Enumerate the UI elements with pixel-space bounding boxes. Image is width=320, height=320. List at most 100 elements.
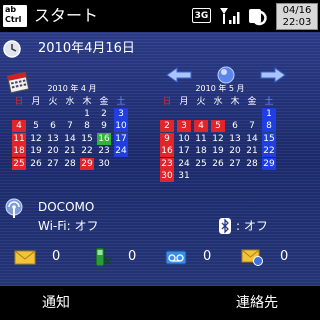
calendar-day[interactable]: 1 (262, 108, 276, 120)
calendar-day[interactable]: 17 (177, 145, 191, 157)
weekday-label: 金 (247, 97, 257, 107)
network-3g-icon[interactable]: 3G (192, 8, 211, 23)
calendar-day[interactable]: 21 (63, 145, 77, 157)
calendar-day[interactable]: 21 (245, 145, 259, 157)
weekday-label: 水 (213, 97, 223, 107)
calendar-day[interactable]: 29 (80, 157, 94, 170)
sync-icon[interactable] (247, 6, 269, 26)
calendar-day[interactable]: 9 (160, 132, 174, 145)
calendar-day[interactable]: 30 (97, 158, 111, 170)
calendar-day[interactable]: 7 (63, 120, 77, 132)
calendar-day[interactable]: 14 (63, 133, 77, 145)
bluetooth-status[interactable]: : オフ (236, 219, 268, 233)
calendar-day[interactable]: 25 (194, 158, 208, 170)
app-title: スタート (34, 6, 99, 25)
today-date: 2010年4月16日 (38, 41, 135, 56)
calendar-day[interactable]: 12 (29, 133, 43, 145)
calendar-day[interactable]: 23 (97, 145, 111, 157)
calendar-day[interactable]: 18 (12, 145, 26, 158)
calendar-day[interactable]: 26 (29, 158, 43, 170)
calendar-day[interactable]: 3 (177, 120, 191, 133)
start-menu-icon[interactable]: ab Ctrl (3, 5, 27, 27)
weekday-label: 木 (230, 97, 240, 107)
next-month-arrow-icon[interactable] (259, 67, 287, 83)
weekday-label: 日 (14, 97, 24, 107)
calendar-day[interactable]: 25 (12, 157, 26, 170)
signal-strength-icon[interactable] (219, 6, 243, 26)
calendar-day[interactable]: 5 (29, 120, 43, 132)
calendar-day[interactable]: 27 (228, 158, 242, 170)
calendar-day[interactable]: 17 (114, 132, 128, 145)
calendar-day[interactable]: 5 (211, 120, 225, 133)
calendar-day[interactable]: 16 (160, 145, 174, 158)
calendar-day[interactable]: 6 (228, 120, 242, 132)
calendar-day[interactable]: 1 (80, 108, 94, 120)
calendar-day[interactable]: 18 (194, 145, 208, 157)
calendar-day[interactable]: 8 (262, 120, 276, 133)
calendar-day[interactable]: 12 (211, 133, 225, 145)
calendar-day[interactable]: 20 (228, 145, 242, 157)
calendar-day[interactable]: 11 (194, 133, 208, 145)
calendar-day[interactable]: 4 (12, 120, 26, 133)
previous-month-arrow-icon[interactable] (165, 67, 193, 83)
date-row[interactable]: 2010年4月16日 (0, 36, 320, 62)
calendar-day[interactable]: 10 (177, 133, 191, 145)
email-icon (241, 249, 263, 266)
today-screen: ab Ctrl スタート 3G 04/16 22:03 2010年4月16日 2… (0, 0, 320, 320)
weekday-label: 水 (65, 97, 75, 107)
clock-time: 22:03 (282, 17, 312, 28)
calendar-day[interactable]: 10 (114, 120, 128, 133)
calendar-day[interactable]: 11 (12, 132, 26, 145)
calendar-day[interactable]: 6 (46, 120, 60, 132)
calendar-day[interactable]: 7 (245, 120, 259, 132)
calendar-day[interactable]: 28 (63, 158, 77, 170)
calendar-day[interactable]: 24 (177, 158, 191, 170)
calendar-day[interactable]: 31 (177, 170, 191, 182)
mail-icon (14, 250, 36, 265)
calendar-day[interactable]: 19 (211, 145, 225, 157)
calendar-day[interactable]: 29 (262, 157, 276, 170)
calendar-day[interactable]: 2 (97, 108, 111, 120)
calendar-day[interactable]: 20 (46, 145, 60, 157)
calendar-day[interactable]: 3 (114, 108, 128, 120)
clock[interactable]: 04/16 22:03 (276, 3, 318, 30)
weekday-label: 土 (116, 97, 126, 107)
calendar-day[interactable]: 13 (228, 133, 242, 145)
weekday-label: 月 (179, 97, 189, 107)
carrier-name[interactable]: DOCOMO (38, 200, 94, 214)
soft-key-bar: 通知 連絡先 (0, 286, 320, 320)
calendar-day[interactable]: 28 (245, 158, 259, 170)
clock-date: 04/16 (282, 5, 312, 16)
clock-icon (3, 40, 21, 58)
notification-count: 0 (203, 249, 212, 264)
calendar-day[interactable]: 9 (97, 120, 111, 132)
notification-count: 0 (128, 249, 137, 264)
calendar-day[interactable]: 15 (262, 132, 276, 145)
calendar-day[interactable]: 4 (194, 120, 208, 133)
calendar-day[interactable]: 27 (46, 158, 60, 170)
calendar-day[interactable]: 22 (80, 145, 94, 157)
calendar-day[interactable]: 26 (211, 158, 225, 170)
calendar-day[interactable]: 19 (29, 145, 43, 157)
calendar-day[interactable]: 16 (97, 132, 111, 145)
carrier-antenna-icon (5, 198, 23, 218)
wifi-status[interactable]: Wi-Fi: オフ (38, 219, 99, 233)
contacts-softkey[interactable]: 連絡先 (236, 294, 278, 312)
calendar-day[interactable]: 2 (160, 120, 174, 133)
weekday-header: 日月火水木金土 (160, 96, 280, 108)
calendar-day[interactable]: 23 (160, 157, 174, 170)
calendar-day[interactable]: 15 (80, 133, 94, 145)
notifications-softkey[interactable]: 通知 (42, 294, 70, 312)
status-bar: ab Ctrl スタート 3G 04/16 22:03 (0, 0, 320, 32)
calendar-day[interactable]: 13 (46, 133, 60, 145)
calendar-day[interactable]: 30 (160, 170, 174, 182)
calendar-day[interactable]: 22 (262, 145, 276, 158)
today-panel: 2010年4月16日 2010 年 4 月 日月火水木金土 1 2 3 4 5 … (0, 32, 320, 286)
current-month-button-icon[interactable] (217, 66, 235, 84)
calendar-day[interactable]: 14 (245, 133, 259, 145)
calendar-day[interactable]: 24 (114, 145, 128, 158)
calendar-day[interactable]: 8 (80, 120, 94, 132)
weekday-label: 木 (82, 97, 92, 107)
notification-count: 0 (52, 249, 61, 264)
notification-count: 0 (280, 249, 289, 264)
